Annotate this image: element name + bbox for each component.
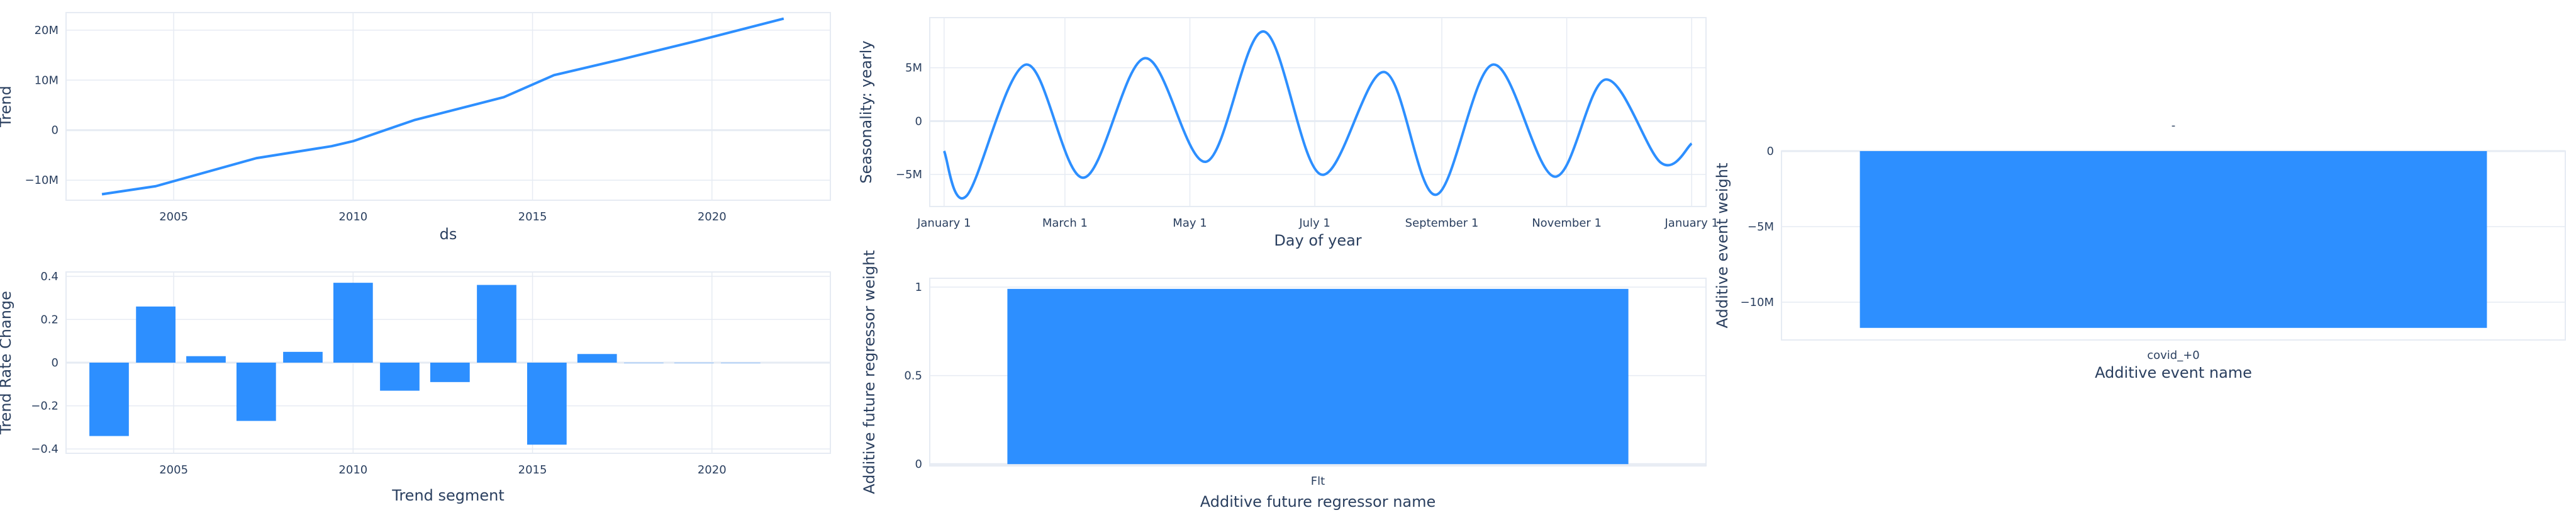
chart-trend-rate-change: −0.4 −0.2 0 0.2 0.4 2005 2010 2015 2020 Trend seg… [0,270,831,504]
x-tick-label: 2010 [338,463,367,477]
y-tick-label: 1 [915,281,922,294]
bar [236,363,276,421]
x-tick-label: 2015 [518,463,547,477]
x-tick-label: 2005 [159,463,188,477]
dashboard-figure: −10M010M20M2005 2010 2015 2020dsTrend−0.4−0… [0,12,2566,511]
y-tick-label: 20M [35,24,59,37]
x-tick-label: July 1 [1298,217,1330,230]
series-line [101,17,784,196]
x-tick-label: September 1 [1405,217,1479,230]
x-tick-label: Flt [1311,475,1325,488]
plot-frame [929,17,1707,207]
bar [430,363,470,382]
bar [136,306,176,363]
bar [1007,288,1629,465]
x-tick-label: 2020 [698,463,727,477]
x-tick-label: 2015 [518,210,547,224]
y-axis-title: Seasonality: yearly [857,40,875,183]
y-tick-label: 0.4 [40,270,59,283]
x-tick-label: March 1 [1042,217,1088,230]
x-tick-label: 2010 [338,210,367,224]
y-axis-title: Additive future regressor weight [861,250,878,494]
y-axis-title: Trend [0,86,14,128]
x-tick-label: 2005 [159,210,188,224]
plot-frame [65,12,831,201]
x-axis-title: Additive event name [2095,364,2252,382]
y-tick-label: 5M [905,62,922,75]
bar [577,354,617,363]
y-tick-label: 0 [52,356,59,370]
y-tick-label: 0.2 [40,313,59,326]
y-tick-label: 0 [915,115,922,128]
x-tick-label: January 1 [1664,217,1718,230]
chart-event-weight: −10M −5M 0 covid_+0 - Additive event name Addi… [1714,119,2566,382]
bar [186,356,226,363]
chart-trend: −10M 0 10M 20M 2005 2010 2015 2020 ds Trend [0,12,831,243]
x-axis-title: Trend segment [391,487,505,504]
y-axis-title: Additive event weight [1714,163,1731,329]
y-tick-label: 0.5 [904,370,922,383]
chart-title: - [2172,119,2176,132]
bar [89,363,129,436]
bar [527,363,567,445]
y-tick-label: −10M [1740,296,1774,309]
series-line [942,30,1693,200]
y-tick-label: −10M [25,174,59,187]
bar [333,283,373,363]
y-tick-label: −5M [1748,220,1774,234]
y-tick-label: 10M [35,74,59,87]
y-tick-label: −0.4 [31,443,59,456]
chart-seasonality-yearly: −5M 0 5M January 1 March 1 May 1 July 1 Septemb… [857,17,1719,249]
x-tick-label: 2020 [698,210,727,224]
x-axis-title: Additive future regressor name [1200,493,1436,511]
bar [1860,151,2487,328]
chart-future-regressor: 0 0.5 1 Flt Additive future regressor name Ad… [861,250,1707,511]
y-tick-label: 0 [52,124,59,137]
y-axis-title: Trend Rate Change [0,291,14,435]
x-axis-title: ds [440,225,457,243]
x-tick-label: May 1 [1173,217,1207,230]
bar [477,285,516,363]
y-tick-label: 0 [1767,145,1774,158]
bar [380,363,420,391]
bar [283,351,323,363]
y-tick-label: −0.2 [31,400,59,413]
y-tick-label: −5M [896,168,922,181]
x-axis-title: Day of year [1274,232,1361,249]
x-tick-label: covid_+0 [2147,349,2200,362]
x-tick-label: November 1 [1532,217,1602,230]
y-tick-label: 0 [915,458,922,471]
x-tick-label: January 1 [917,217,971,230]
